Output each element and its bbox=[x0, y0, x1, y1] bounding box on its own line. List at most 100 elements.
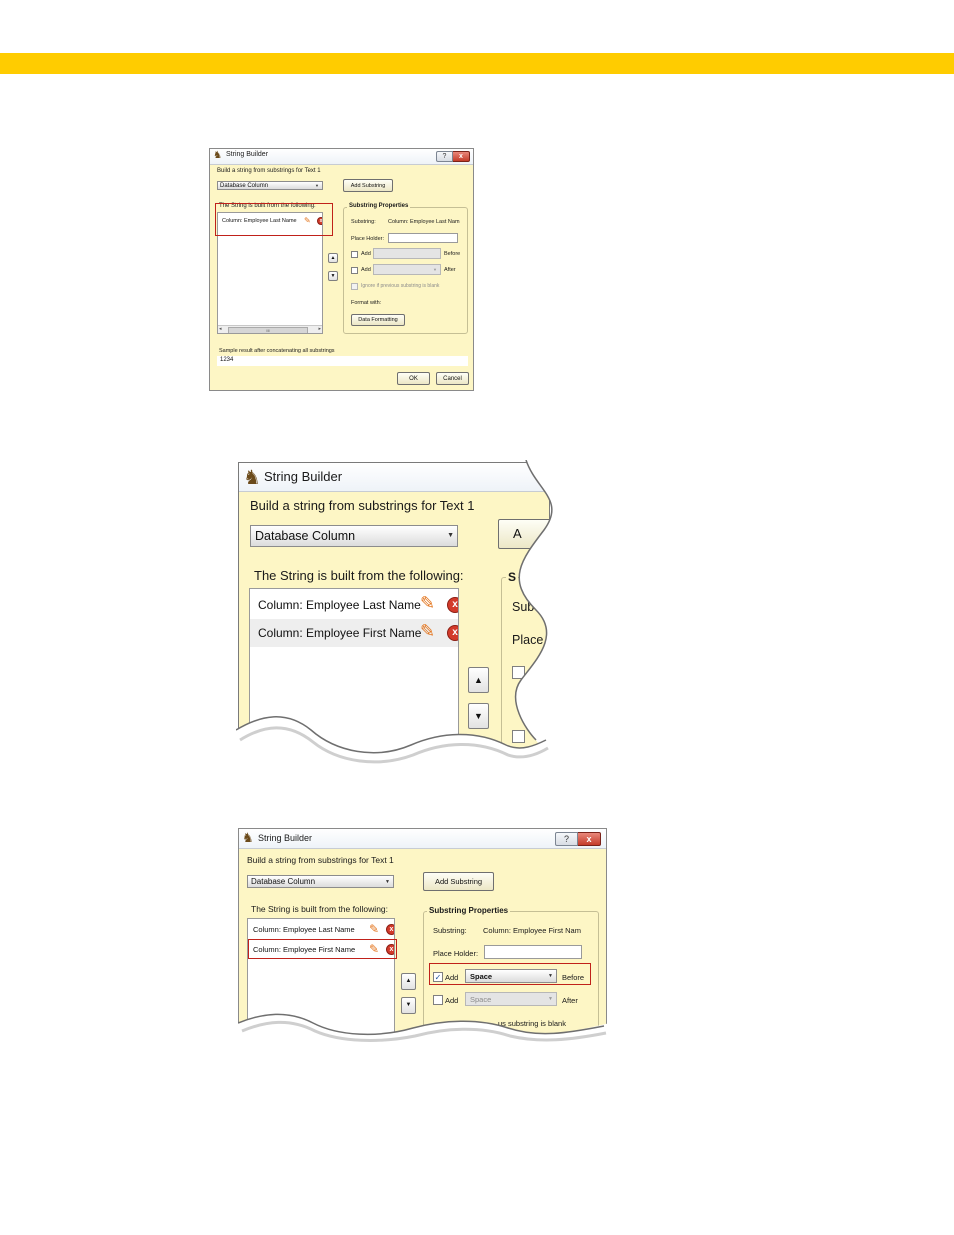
add-before-checkbox[interactable] bbox=[351, 251, 358, 258]
add-after-checkbox[interactable] bbox=[351, 267, 358, 274]
help-button[interactable]: ? bbox=[555, 832, 578, 846]
placeholder-input[interactable] bbox=[484, 945, 582, 959]
data-formatting-button[interactable]: Data Formatting bbox=[351, 314, 405, 326]
add-after-value: Space bbox=[470, 995, 492, 1004]
horizontal-scrollbar[interactable]: ◂ III ▸ bbox=[218, 325, 322, 333]
substring-label: Substring: bbox=[351, 219, 376, 225]
scroll-thumb[interactable]: III bbox=[228, 327, 308, 333]
after-label: After bbox=[444, 267, 456, 273]
source-combo[interactable]: Database Column ▼ bbox=[250, 525, 458, 547]
string-builder-window-2: ♞ String Builder Build a string from sub… bbox=[238, 462, 550, 762]
move-up-button[interactable]: ▲ bbox=[401, 973, 416, 990]
edit-pencil-icon[interactable]: ✎ bbox=[369, 922, 379, 936]
substring-label: Substring: bbox=[433, 926, 467, 935]
scroll-right-icon[interactable]: ▸ bbox=[318, 326, 321, 332]
sample-label: Sample result after concatenating all su… bbox=[219, 348, 335, 354]
group-title: Substring Properties bbox=[347, 203, 411, 209]
add-after-label: Add bbox=[361, 267, 371, 273]
string-builder-window-3: ♞ String Builder ? x Build a string from… bbox=[238, 828, 607, 1038]
add-substring-button[interactable]: A bbox=[498, 519, 549, 549]
zoomed-window-snippet: ♞ String Builder Build a string from sub… bbox=[236, 460, 556, 770]
ignore-checkbox[interactable] bbox=[351, 283, 358, 290]
substring-list[interactable]: Column: Employee Last Name Column: Emplo… bbox=[249, 588, 459, 761]
after-label: After bbox=[562, 996, 578, 1005]
format-label: Format with: bbox=[351, 300, 382, 306]
partial-window-snippet: ♞ String Builder ? x Build a string from… bbox=[238, 828, 610, 1043]
ignore-label: Ignore if previous substring is blank bbox=[361, 283, 440, 289]
list-item-label: Column: Employee First Name bbox=[258, 626, 422, 640]
list-item-label: Column: Employee Last Name bbox=[253, 925, 355, 934]
chevron-down-icon: ▼ bbox=[447, 532, 454, 539]
title-bar: ♞ String Builder bbox=[239, 463, 549, 492]
add-after-combo[interactable]: Space ▼ bbox=[465, 992, 557, 1006]
add-substring-label: A bbox=[513, 526, 522, 541]
add-substring-button[interactable]: Add Substring bbox=[343, 179, 393, 192]
move-up-button[interactable]: ▲ bbox=[468, 667, 489, 693]
group-title: Substring Properties bbox=[427, 906, 511, 915]
add-before-label: Add bbox=[361, 251, 371, 257]
app-icon: ♞ bbox=[213, 150, 222, 161]
string-builder-window-1: ♞ String Builder ? x Build a string from… bbox=[209, 148, 474, 391]
source-combo-value: Database Column bbox=[220, 183, 269, 189]
substring-list[interactable]: Column: Employee Last Name Column: Emplo… bbox=[247, 918, 395, 1037]
substring-label: Sub bbox=[512, 600, 535, 614]
highlight-box bbox=[248, 939, 397, 959]
prompt-text: Build a string from substrings for Text … bbox=[250, 498, 475, 513]
delete-icon[interactable]: x bbox=[447, 625, 458, 641]
list-caption: The String is built from the following: bbox=[251, 904, 389, 914]
header-banner bbox=[0, 53, 954, 74]
add-after-checkbox[interactable] bbox=[433, 995, 443, 1005]
cancel-button[interactable]: Cancel bbox=[436, 372, 469, 385]
add-before-checkbox[interactable] bbox=[512, 666, 525, 679]
before-label: Before bbox=[444, 251, 461, 257]
move-down-button[interactable]: ▼ bbox=[328, 271, 338, 281]
placeholder-label: Place Holder: bbox=[433, 949, 479, 958]
sample-result-field: 1234 bbox=[217, 356, 468, 366]
substring-properties-group: Substring Properties Substring: Column: … bbox=[343, 203, 468, 334]
move-down-button[interactable]: ▼ bbox=[401, 997, 416, 1014]
source-combo-value: Database Column bbox=[255, 529, 356, 543]
add-before-combo[interactable] bbox=[373, 248, 441, 259]
substring-value: Column: Employee Last Nam bbox=[388, 219, 460, 225]
edit-pencil-icon[interactable]: ✎ bbox=[420, 593, 435, 614]
ok-button[interactable]: OK bbox=[397, 372, 430, 385]
chevron-down-icon: ▼ bbox=[385, 879, 390, 885]
title-bar: ♞ String Builder ? x bbox=[210, 149, 473, 165]
delete-icon[interactable]: x bbox=[386, 924, 394, 935]
group-title: S bbox=[506, 570, 519, 584]
prompt-text: Build a string from substrings for Text … bbox=[217, 168, 321, 174]
highlight-box bbox=[215, 203, 333, 236]
title-buttons: ? x bbox=[555, 832, 601, 846]
help-button[interactable]: ? bbox=[436, 151, 453, 162]
move-up-button[interactable]: ▲ bbox=[328, 253, 338, 263]
chevron-down-icon: ▼ bbox=[433, 267, 437, 272]
source-combo[interactable]: Database Column ▼ bbox=[217, 181, 323, 190]
delete-icon[interactable]: x bbox=[447, 597, 458, 613]
highlight-box bbox=[429, 963, 591, 985]
chevron-down-icon: ▼ bbox=[548, 996, 553, 1002]
edit-pencil-icon[interactable]: ✎ bbox=[420, 621, 435, 642]
window-title: String Builder bbox=[264, 469, 343, 484]
add-after-checkbox[interactable] bbox=[512, 730, 525, 743]
add-substring-button[interactable]: Add Substring bbox=[423, 872, 494, 891]
move-down-button[interactable]: ▼ bbox=[468, 703, 489, 729]
title-buttons: ? x bbox=[436, 151, 470, 162]
add-after-combo[interactable]: ▼ bbox=[373, 264, 441, 275]
scroll-left-icon[interactable]: ◂ bbox=[219, 326, 222, 332]
placeholder-input[interactable] bbox=[388, 233, 458, 243]
close-button[interactable]: x bbox=[578, 832, 601, 846]
close-button[interactable]: x bbox=[453, 151, 470, 162]
app-icon: ♞ bbox=[242, 830, 254, 845]
window-title: String Builder bbox=[226, 151, 269, 158]
list-caption: The String is built from the following: bbox=[254, 568, 464, 583]
placeholder-label: Place bbox=[512, 633, 544, 647]
substring-value: Column: Employee First Nam bbox=[483, 926, 581, 935]
source-combo-value: Database Column bbox=[251, 877, 316, 886]
source-combo[interactable]: Database Column ▼ bbox=[247, 875, 394, 888]
window-title: String Builder bbox=[258, 833, 313, 843]
sample-result-value: 1234 bbox=[220, 357, 234, 363]
add-after-label: Add bbox=[445, 996, 459, 1005]
prompt-text: Build a string from substrings for Text … bbox=[247, 855, 394, 865]
app-icon: ♞ bbox=[243, 467, 261, 489]
title-bar: ♞ String Builder ? x bbox=[239, 829, 606, 849]
